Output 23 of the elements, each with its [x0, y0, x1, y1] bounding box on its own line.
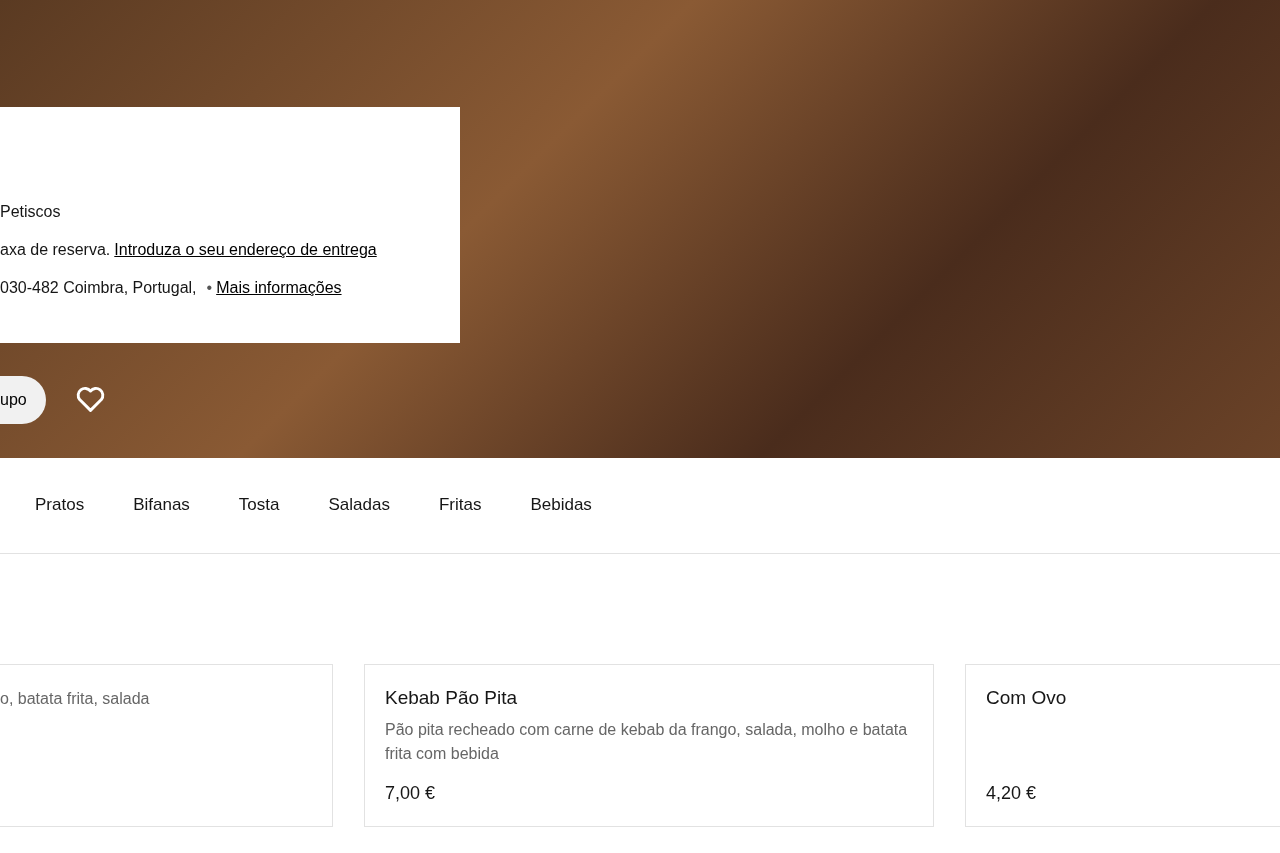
category-tab[interactable]: Pratos — [35, 494, 85, 517]
item-price: 4,20 € — [986, 783, 1038, 804]
menu-item-card[interactable]: Com Ovo 4,20 € — [965, 664, 1280, 827]
category-tab[interactable]: Bebidas — [530, 494, 592, 517]
item-name: Com Ovo — [986, 687, 1068, 709]
menu-item-card[interactable]: o, batata frita, salada — [0, 664, 333, 827]
category-tab[interactable]: Tosta — [238, 494, 280, 517]
category-tab[interactable]: Bifanas — [133, 494, 190, 517]
item-description: o, batata frita, salada — [0, 689, 151, 709]
item-name: Kebab Pão Pita — [385, 687, 519, 709]
bullet-icon: • — [206, 279, 213, 297]
item-price: 7,00 € — [385, 783, 437, 804]
menu-item-card[interactable]: Kebab Pão Pita Pão pita recheado com carne de kebab da frango, salada, molho e batata frita com bebida 7,00 € — [364, 664, 934, 827]
delivery-address-link[interactable]: Introduza o seu endereço de entrega — [114, 241, 377, 259]
address-text: 030-482 Coimbra, Portugal, — [0, 279, 197, 297]
group-order-button[interactable]: upo — [0, 376, 46, 424]
fee-text: axa de reserva. — [0, 241, 111, 259]
item-description: Pão pita recheado com carne de kebab da frango, salada, molho e batata frita com bebida — [385, 720, 909, 764]
heart-icon[interactable] — [76, 386, 105, 413]
category-tab[interactable]: Saladas — [328, 494, 390, 517]
more-info-link[interactable]: Mais informações — [216, 279, 342, 297]
category-tab[interactable]: Fritas — [438, 494, 482, 517]
category-text: Petiscos — [0, 203, 62, 221]
